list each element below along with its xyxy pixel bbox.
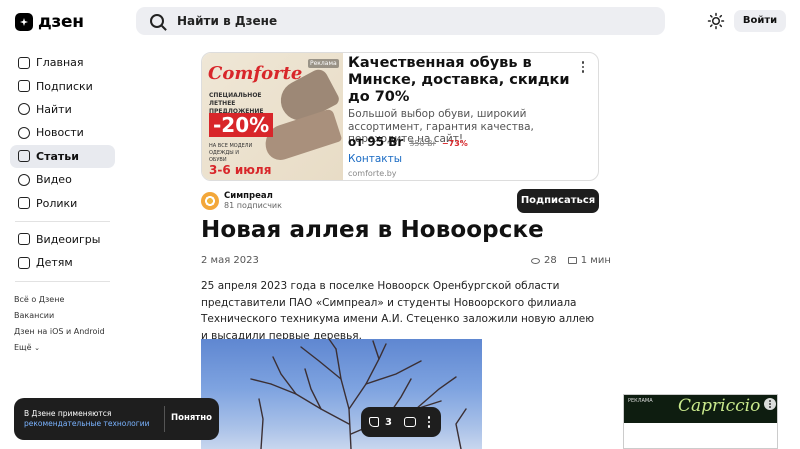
eye-icon <box>531 257 540 264</box>
dzen-logo[interactable]: дзен <box>15 12 84 32</box>
side-ad-more-button[interactable] <box>764 398 776 410</box>
sidebar-divider <box>15 280 110 282</box>
more-vertical-icon <box>769 400 771 408</box>
article-meta: 28 1 мин <box>531 255 611 266</box>
gamepad-icon <box>18 233 30 246</box>
toast-ok-button[interactable]: Понятно <box>171 413 212 423</box>
side-ad-banner: РЕКЛАМА Capriccio <box>624 395 777 423</box>
more-vertical-icon <box>578 61 588 73</box>
like-count: 3 <box>385 416 392 428</box>
sidebar-item-label: Подписки <box>36 79 93 93</box>
article-date: 2 мая 2023 <box>201 255 259 266</box>
sidebar-item-label: Видео <box>36 173 72 187</box>
ad-title[interactable]: Качественная обувь в Минске, доставка, с… <box>348 55 573 106</box>
toast-divider <box>164 406 165 432</box>
book-icon <box>567 257 577 264</box>
ad-price-row: от 95 Br 350 Br −73% <box>348 135 468 149</box>
sidebar-item-video[interactable]: Видео <box>10 168 115 191</box>
ad-label: Реклама <box>308 59 339 68</box>
video-icon <box>18 173 30 186</box>
view-count: 28 <box>544 255 557 266</box>
sidebar-item-subscriptions[interactable]: Подписки <box>10 74 115 97</box>
chevron-down-icon: ⌄ <box>34 344 40 352</box>
theme-toggle-button[interactable] <box>707 12 725 30</box>
cookie-toast: В Дзене применяются рекомендательные тех… <box>14 398 219 440</box>
link-apps[interactable]: Дзен на iOS и Android <box>14 324 105 340</box>
ad-image-note: НА ВСЕ МОДЕЛИ ОДЕЖДЫ И ОБУВИ <box>209 143 253 163</box>
search-input[interactable]: Найти в Дзене <box>136 7 665 35</box>
comment-icon[interactable] <box>403 417 416 427</box>
sidebar-item-kids[interactable]: Детям <box>10 251 115 274</box>
sidebar-item-label: Главная <box>36 56 84 70</box>
subscribe-button[interactable]: Подписаться <box>517 189 599 213</box>
link-vacancies[interactable]: Вакансии <box>14 308 105 324</box>
link-about[interactable]: Всё о Дзене <box>14 292 105 308</box>
ad-contacts-link[interactable]: Контакты <box>348 153 402 165</box>
sidebar-item-home[interactable]: Главная <box>10 51 115 74</box>
articles-icon <box>18 150 30 163</box>
news-icon <box>18 126 30 139</box>
article-image[interactable] <box>201 339 482 449</box>
clips-icon <box>18 197 30 210</box>
sun-icon <box>707 12 725 30</box>
ad-image-discount: -20% <box>209 113 274 137</box>
sidebar-divider <box>15 220 110 222</box>
ad-image-brand: Comforte <box>208 63 303 84</box>
article-body: 25 апреля 2023 года в поселке Новоорск О… <box>201 280 595 342</box>
reaction-bar: 3 <box>361 407 441 437</box>
channel-info[interactable]: Симпреал 81 подписчик <box>201 191 282 210</box>
kids-icon <box>18 256 30 269</box>
logo-text: дзен <box>38 12 84 32</box>
ad-image-dates: 3-6 июля <box>209 163 272 177</box>
search-icon <box>150 14 164 28</box>
subscriptions-icon <box>18 80 30 93</box>
link-more[interactable]: Ещё ⌄ <box>14 340 105 356</box>
like-icon[interactable] <box>369 417 379 427</box>
sidebar-item-clips[interactable]: Ролики <box>10 191 115 214</box>
ad-old-price: 350 Br <box>409 139 436 148</box>
toast-message: В Дзене применяются <box>24 409 112 418</box>
search-placeholder: Найти в Дзене <box>177 14 278 28</box>
sidebar-item-news[interactable]: Новости <box>10 121 115 144</box>
side-ad-brand: Capriccio <box>678 396 761 416</box>
sidebar-item-label: Статьи <box>36 149 79 163</box>
ad-domain: comforte.by <box>348 169 397 178</box>
sidebar-item-label: Ролики <box>36 196 78 210</box>
footer-links: Всё о Дзене Вакансии Дзен на iOS и Andro… <box>14 292 105 356</box>
side-ad[interactable]: РЕКЛАМА Capriccio <box>623 394 778 449</box>
avatar <box>201 191 219 210</box>
toast-text: В Дзене применяются рекомендательные тех… <box>24 409 164 429</box>
side-ad-label: РЕКЛАМА <box>628 398 653 404</box>
ad-more-menu-button[interactable] <box>578 61 588 73</box>
sidebar-item-search[interactable]: Найти <box>10 98 115 121</box>
ad-card[interactable]: Comforte СПЕЦИАЛЬНОЕ ЛЕТНЕЕ ПРЕДЛОЖЕНИЕ … <box>201 52 599 181</box>
ad-price: от 95 Br <box>348 135 404 149</box>
ad-discount-badge: −73% <box>441 139 468 148</box>
more-vertical-icon[interactable] <box>427 416 431 428</box>
more-label: Ещё <box>14 343 32 352</box>
article-title: Новая аллея в Новоорске <box>201 217 544 243</box>
sidebar-item-label: Детям <box>36 256 73 270</box>
search-icon <box>18 103 30 116</box>
sidebar-item-articles[interactable]: Статьи <box>10 144 115 168</box>
dzen-logo-icon <box>15 13 33 31</box>
login-button[interactable]: Войти <box>734 10 786 32</box>
home-icon <box>18 56 30 69</box>
sidebar-item-label: Видеоигры <box>36 232 101 246</box>
channel-name[interactable]: Симпреал <box>224 191 282 201</box>
sidebar-item-videogames[interactable]: Видеоигры <box>10 228 115 251</box>
tree-branches <box>250 339 467 449</box>
sidebar-item-label: Найти <box>36 102 72 116</box>
read-time: 1 мин <box>580 255 611 266</box>
sidebar-item-label: Новости <box>36 126 84 140</box>
ad-image: Comforte СПЕЦИАЛЬНОЕ ЛЕТНЕЕ ПРЕДЛОЖЕНИЕ … <box>202 53 343 180</box>
sidebar: Главная Подписки Найти Новости Статьи Ви… <box>10 51 115 288</box>
toast-link[interactable]: рекомендательные технологии <box>24 419 149 428</box>
subscriber-count: 81 подписчик <box>224 201 282 210</box>
